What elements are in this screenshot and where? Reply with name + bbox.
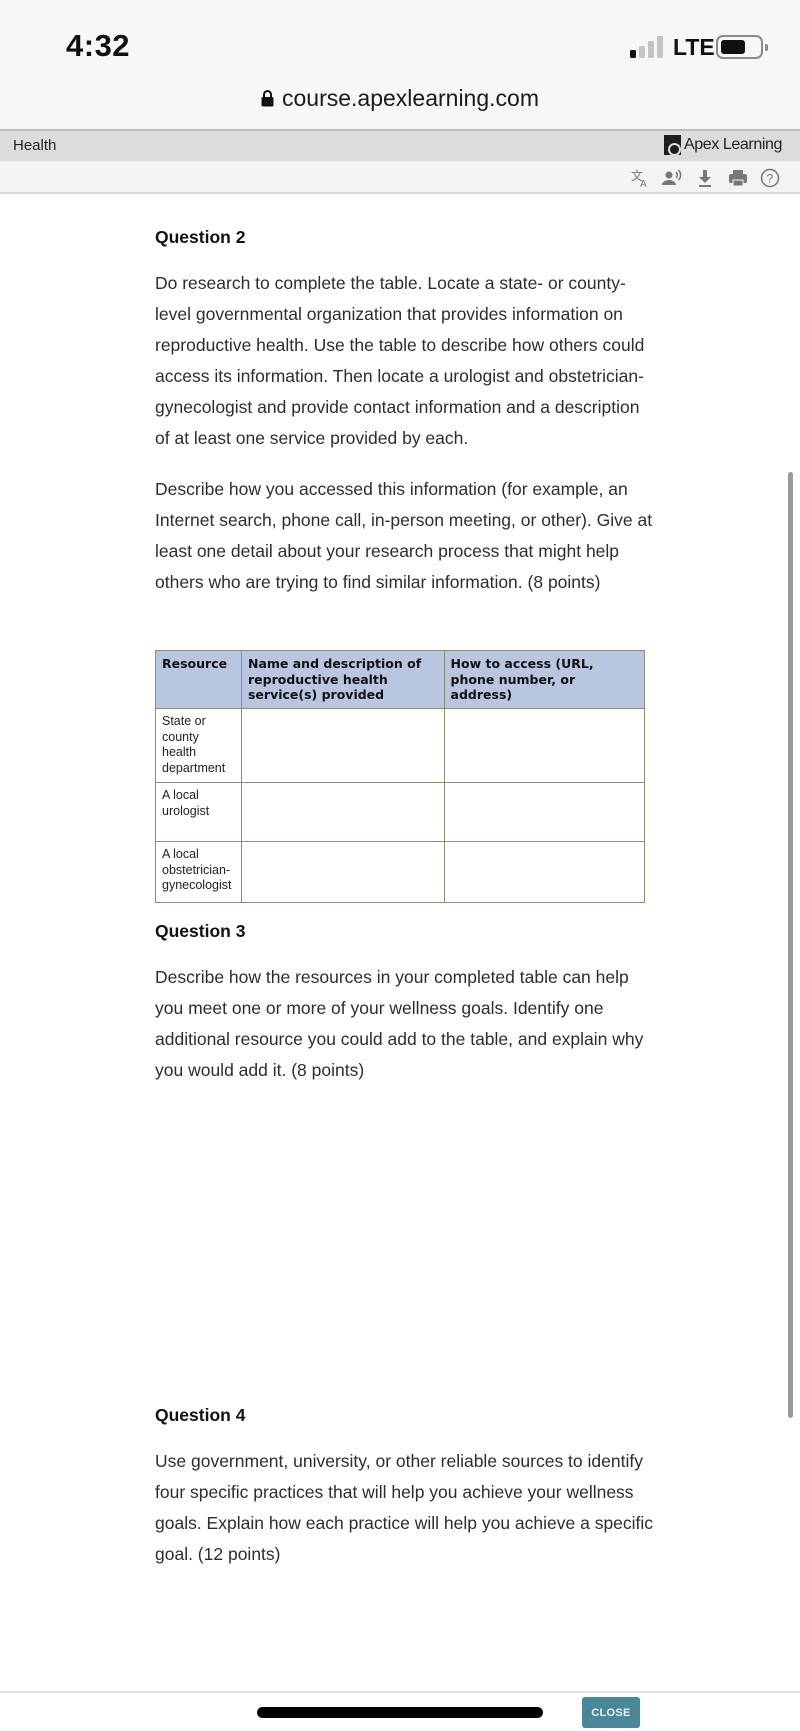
brand-name: Apex Learning <box>684 136 782 153</box>
course-title: Health <box>13 137 57 154</box>
resource-cell: State or county health department <box>155 708 242 783</box>
svg-text:A: A <box>640 179 647 188</box>
brand: Apex Learning <box>664 135 782 156</box>
course-header: Health Apex Learning <box>0 129 800 161</box>
svg-text:?: ? <box>767 172 774 186</box>
battery-icon <box>716 35 768 59</box>
vertical-scrollbar[interactable] <box>788 472 793 1418</box>
print-icon[interactable] <box>727 167 749 189</box>
access-cell[interactable] <box>443 782 646 842</box>
apex-learning-logo-icon <box>664 135 681 156</box>
footer: CLOSE <box>0 1691 800 1731</box>
question-4-heading: Question 4 <box>155 1405 246 1425</box>
table-header-description: Name and description of reproductive hea… <box>240 650 445 709</box>
signal-icon <box>630 36 668 58</box>
description-cell[interactable] <box>240 841 445 903</box>
question-2-heading: Question 2 <box>155 227 246 247</box>
access-cell[interactable] <box>443 841 646 903</box>
download-icon[interactable] <box>694 167 716 189</box>
description-cell[interactable] <box>240 708 445 783</box>
resource-cell: A local urologist <box>155 782 242 842</box>
resource-table: Resource Name and description of reprodu… <box>155 650 646 903</box>
table-header-row: Resource Name and description of reprodu… <box>155 650 646 709</box>
question-2-process-instructions: Describe how you accessed this informati… <box>155 479 653 592</box>
browser-url-bar[interactable]: course.apexlearning.com <box>0 76 800 129</box>
home-indicator[interactable] <box>257 1707 543 1718</box>
resource-cell: A local obstetrician-gynecologist <box>155 841 242 903</box>
status-bar: 4:32 LTE <box>0 0 800 76</box>
question-3-heading: Question 3 <box>155 921 246 941</box>
network-type: LTE <box>673 34 715 60</box>
close-button[interactable]: CLOSE <box>582 1697 640 1728</box>
help-icon[interactable]: ? <box>759 167 781 189</box>
url-text[interactable]: course.apexlearning.com <box>282 85 539 111</box>
toolbar: 文 A ? <box>0 161 800 194</box>
status-time: 4:32 <box>66 28 131 63</box>
table-header-resource: Resource <box>155 650 242 709</box>
access-cell[interactable] <box>443 708 646 783</box>
question-4-instructions: Use government, university, or other rel… <box>155 1451 654 1564</box>
lock-icon <box>261 86 274 113</box>
table-header-access: How to access (URL, phone number, or add… <box>443 650 646 709</box>
question-3-instructions: Describe how the resources in your compl… <box>155 967 644 1080</box>
translate-icon[interactable]: 文 A <box>629 167 651 189</box>
description-cell[interactable] <box>240 782 445 842</box>
table-row: A local urologist <box>155 782 646 842</box>
table-row: State or county health department <box>155 708 646 783</box>
text-to-speech-icon[interactable] <box>661 167 683 189</box>
question-2-instructions: Do research to complete the table. Locat… <box>155 273 645 448</box>
table-row: A local obstetrician-gynecologist <box>155 841 646 903</box>
